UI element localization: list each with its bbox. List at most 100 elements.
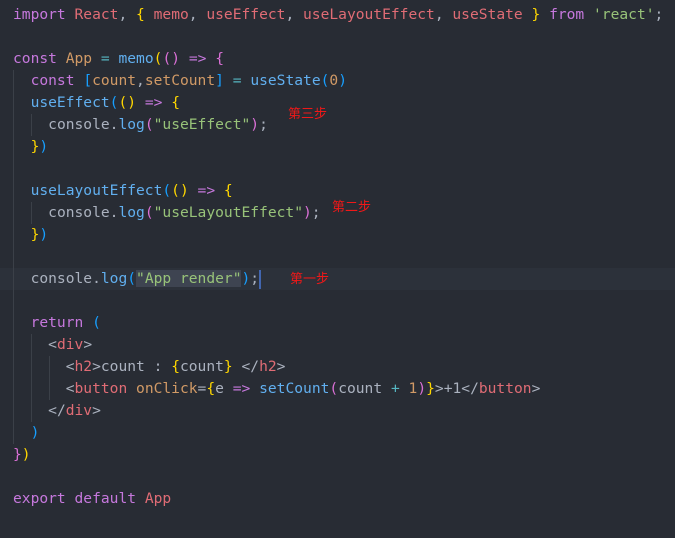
code-token: div: [65, 402, 93, 419]
code-token: </: [461, 380, 479, 397]
code-token: {: [206, 380, 216, 397]
code-token: button: [74, 380, 128, 397]
code-token: =>: [232, 380, 251, 397]
code-token: ): [303, 204, 312, 221]
code-token: }: [13, 446, 22, 463]
code-token: ,: [188, 6, 207, 23]
code-token: =>: [144, 94, 163, 111]
code-line[interactable]: [0, 246, 675, 268]
code-token: >: [531, 380, 541, 397]
code-token: ): [39, 138, 49, 155]
code-line[interactable]: [0, 158, 675, 180]
code-token: =>: [188, 50, 207, 67]
code-line[interactable]: useEffect(() => {: [0, 92, 675, 114]
code-token: count :: [100, 358, 172, 375]
code-editor[interactable]: import React, { memo, useEffect, useLayo…: [0, 4, 675, 510]
indent-guide: [31, 334, 32, 422]
code-token: from: [549, 6, 585, 23]
code-token: ]: [215, 72, 224, 89]
indent-guide: [31, 202, 32, 224]
code-token: h2: [259, 358, 277, 375]
code-token: {: [215, 50, 224, 67]
code-token: console: [48, 116, 110, 133]
code-line[interactable]: }): [0, 224, 675, 246]
code-token: >: [92, 358, 101, 375]
code-token: button: [478, 380, 532, 397]
code-token: memo: [153, 6, 189, 23]
code-line[interactable]: </div>: [0, 400, 675, 422]
code-line[interactable]: return (: [0, 312, 675, 334]
code-token: App: [144, 490, 172, 507]
code-line[interactable]: <div>: [0, 334, 675, 356]
code-token: memo: [118, 50, 154, 67]
code-token: >+1: [434, 380, 462, 397]
code-line[interactable]: <h2>count : {count} </h2>: [0, 356, 675, 378]
code-line[interactable]: }): [0, 136, 675, 158]
code-line[interactable]: <button onClick={e => setCount(count + 1…: [0, 378, 675, 400]
code-line[interactable]: [0, 26, 675, 48]
code-token: "useLayoutEffect": [153, 204, 303, 221]
code-token: }: [531, 6, 541, 23]
code-token: "App render": [136, 270, 242, 287]
code-token: ;: [259, 116, 268, 133]
annotation-step-one: 第一步: [290, 272, 330, 287]
code-line[interactable]: console.log("App render");: [0, 268, 675, 290]
code-line[interactable]: const App = memo(() => {: [0, 48, 675, 70]
code-line[interactable]: import React, { memo, useEffect, useLayo…: [0, 4, 675, 26]
code-token: count: [92, 72, 137, 89]
code-token: (): [171, 182, 189, 199]
code-line[interactable]: [0, 466, 675, 488]
code-token: ): [417, 380, 427, 397]
code-line[interactable]: export default App: [0, 488, 675, 510]
code-token: =>: [197, 182, 216, 199]
code-token: {: [171, 358, 180, 375]
code-token: (: [92, 314, 101, 331]
code-token: ): [39, 226, 49, 243]
code-line[interactable]: [0, 290, 675, 312]
indent-guide: [49, 356, 50, 400]
code-token: {: [223, 182, 233, 199]
code-token: setCount: [259, 380, 330, 397]
code-token: "useEffect": [153, 116, 251, 133]
code-token: default: [74, 490, 137, 507]
code-token: ;: [250, 270, 260, 287]
code-line[interactable]: const [count,setCount] = useState(0): [0, 70, 675, 92]
code-token: useEffect: [206, 6, 286, 23]
code-token: =: [232, 72, 242, 89]
code-token: ): [241, 270, 251, 287]
code-token: =: [100, 50, 110, 67]
code-token: ): [21, 446, 31, 463]
code-token: ,: [136, 72, 145, 89]
code-line[interactable]: ): [0, 422, 675, 444]
code-token: useLayoutEffect: [303, 6, 435, 23]
code-line[interactable]: console.log("useEffect");: [0, 114, 675, 136]
code-token: React: [74, 6, 119, 23]
code-token: count: [338, 380, 383, 397]
code-line[interactable]: }): [0, 444, 675, 466]
